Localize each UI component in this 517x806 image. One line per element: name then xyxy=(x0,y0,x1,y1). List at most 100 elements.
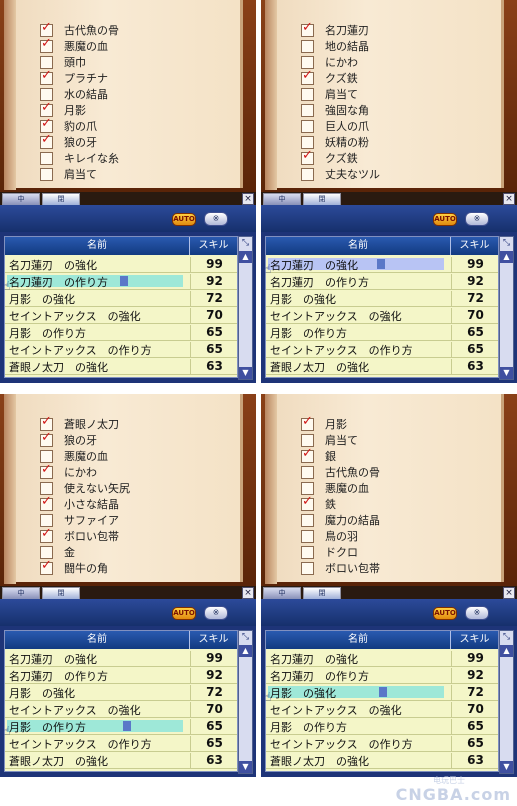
close-button[interactable]: × xyxy=(242,587,254,599)
checkbox[interactable]: ✓ xyxy=(301,446,314,463)
table-row[interactable]: セイントアックス の作り方 65 xyxy=(5,341,237,358)
material-checklist-item[interactable]: ✓ 銀 xyxy=(301,446,336,464)
checkbox[interactable] xyxy=(301,103,314,117)
table-row[interactable]: セイントアックス の強化 70 xyxy=(266,307,498,324)
checkbox[interactable]: ✓ xyxy=(40,100,53,117)
checkbox[interactable] xyxy=(40,449,53,463)
scroll-up-arrow-icon[interactable]: ▲ xyxy=(500,251,513,263)
column-header-skill[interactable]: スキル xyxy=(451,631,498,649)
material-checklist-item[interactable]: ドクロ xyxy=(301,544,358,560)
scroll-up-arrow-icon[interactable]: ▲ xyxy=(239,251,252,263)
checkbox[interactable]: ✓ xyxy=(301,148,314,165)
table-row[interactable]: 蒼眼ノ太刀 の強化 63 xyxy=(266,752,498,769)
checkbox[interactable]: ✓ xyxy=(301,414,314,431)
checkbox[interactable] xyxy=(301,135,314,149)
scrollbar[interactable]: ⤡ ▲ ▼ xyxy=(499,630,514,774)
material-checklist-item[interactable]: 使えない矢尻 xyxy=(40,480,130,496)
checkbox[interactable] xyxy=(301,513,314,527)
material-checklist-item[interactable]: 丈夫なツル xyxy=(301,166,380,182)
close-button[interactable]: × xyxy=(242,193,254,205)
table-row[interactable]: 名刀蓮刃 の強化 99 xyxy=(5,256,237,273)
checkbox[interactable] xyxy=(301,465,314,479)
table-row[interactable]: ☝ 名刀蓮刃 の強化 99 xyxy=(264,256,498,276)
checkbox[interactable]: ✓ xyxy=(301,68,314,85)
column-header-skill[interactable]: スキル xyxy=(190,631,237,649)
close-button[interactable]: × xyxy=(503,587,515,599)
option-button[interactable]: ※ xyxy=(204,212,228,226)
table-row[interactable]: ☝ 月影 の作り方 65 xyxy=(3,718,237,738)
table-row[interactable]: 月影 の強化 72 xyxy=(266,290,498,307)
checkbox[interactable] xyxy=(301,39,314,53)
scrollbar[interactable]: ⤡ ▲ ▼ xyxy=(499,236,514,380)
table-row[interactable]: セイントアックス の強化 70 xyxy=(5,701,237,718)
table-row[interactable]: ☝ 名刀蓮刃 の作り方 92 xyxy=(3,273,237,293)
table-row[interactable]: 蒼眼ノ太刀 の強化 63 xyxy=(5,358,237,375)
auto-button[interactable]: AUTO xyxy=(172,607,196,620)
material-checklist-item[interactable]: ✓ クズ鉄 xyxy=(301,148,358,166)
checkbox[interactable] xyxy=(301,433,314,447)
table-row[interactable]: 蒼眼ノ太刀 の強化 63 xyxy=(266,358,498,375)
checkbox[interactable] xyxy=(301,481,314,495)
scrollbar[interactable]: ⤡ ▲ ▼ xyxy=(238,630,253,774)
material-checklist-item[interactable]: ✓ 悪魔の血 xyxy=(40,36,108,54)
scrollbar[interactable]: ⤡ ▲ ▼ xyxy=(238,236,253,380)
checkbox[interactable] xyxy=(301,167,314,181)
table-row[interactable]: 名刀蓮刃 の作り方 92 xyxy=(5,667,237,684)
material-checklist-item[interactable]: 地の結晶 xyxy=(301,38,369,54)
checkbox[interactable]: ✓ xyxy=(40,414,53,431)
table-row[interactable]: 月影 の作り方 65 xyxy=(266,324,498,341)
checkbox[interactable]: ✓ xyxy=(40,20,53,37)
checkbox[interactable] xyxy=(40,513,53,527)
scroll-up-arrow-icon[interactable]: ▲ xyxy=(239,645,252,657)
auto-button[interactable]: AUTO xyxy=(172,213,196,226)
checkbox[interactable]: ✓ xyxy=(40,116,53,133)
checkbox[interactable] xyxy=(301,545,314,559)
checkbox[interactable]: ✓ xyxy=(40,36,53,53)
auto-button[interactable]: AUTO xyxy=(433,607,457,620)
table-row[interactable]: 名刀蓮刃 の強化 99 xyxy=(266,650,498,667)
material-checklist-item[interactable]: ✓ にかわ xyxy=(40,462,97,480)
checkbox[interactable] xyxy=(301,55,314,69)
scroll-down-arrow-icon[interactable]: ▼ xyxy=(239,761,252,773)
scroll-up-arrow-icon[interactable]: ▲ xyxy=(500,645,513,657)
checkbox[interactable]: ✓ xyxy=(301,20,314,37)
material-checklist-item[interactable]: 強固な角 xyxy=(301,102,369,118)
material-checklist-item[interactable]: ✓ 狼の牙 xyxy=(40,430,97,448)
checkbox[interactable] xyxy=(40,87,53,101)
close-button[interactable]: × xyxy=(503,193,515,205)
scroll-down-arrow-icon[interactable]: ▼ xyxy=(239,367,252,379)
table-row[interactable]: 月影 の作り方 65 xyxy=(5,324,237,341)
option-button[interactable]: ※ xyxy=(465,606,489,620)
material-checklist-item[interactable]: ボロい包帯 xyxy=(301,560,380,576)
column-header-name[interactable]: 名前 xyxy=(5,237,190,255)
column-header-skill[interactable]: スキル xyxy=(190,237,237,255)
checkbox[interactable]: ✓ xyxy=(40,526,53,543)
material-checklist-item[interactable]: ✓ 闘牛の角 xyxy=(40,558,108,576)
checkbox[interactable] xyxy=(301,529,314,543)
material-checklist-item[interactable]: 古代魚の骨 xyxy=(301,464,380,480)
material-checklist-item[interactable]: ✓ 月影 xyxy=(301,414,347,432)
option-button[interactable]: ※ xyxy=(465,212,489,226)
table-row[interactable]: 月影 の強化 72 xyxy=(5,684,237,701)
auto-button[interactable]: AUTO xyxy=(433,213,457,226)
material-checklist-item[interactable]: 巨人の爪 xyxy=(301,118,369,134)
table-row[interactable]: 名刀蓮刃 の強化 99 xyxy=(5,650,237,667)
resize-grip-icon[interactable]: ⤡ xyxy=(500,631,513,643)
resize-grip-icon[interactable]: ⤡ xyxy=(239,237,252,249)
checkbox[interactable] xyxy=(40,481,53,495)
material-checklist-item[interactable]: ✓ 鉄 xyxy=(301,494,336,512)
table-row[interactable]: 蒼眼ノ太刀 の強化 63 xyxy=(5,752,237,769)
checkbox[interactable]: ✓ xyxy=(40,494,53,511)
checkbox[interactable] xyxy=(40,151,53,165)
checkbox[interactable]: ✓ xyxy=(40,558,53,575)
material-checklist-item[interactable]: ✓ クズ鉄 xyxy=(301,68,358,86)
material-checklist-item[interactable]: 鳥の羽 xyxy=(301,528,358,544)
material-checklist-item[interactable]: ✓ 狼の牙 xyxy=(40,132,97,150)
table-row[interactable]: セイントアックス の作り方 65 xyxy=(266,735,498,752)
checkbox[interactable] xyxy=(301,119,314,133)
table-row[interactable]: 名刀蓮刃 の作り方 92 xyxy=(266,273,498,290)
material-checklist-item[interactable]: キレイな糸 xyxy=(40,150,119,166)
checkbox[interactable] xyxy=(40,167,53,181)
checkbox[interactable] xyxy=(301,561,314,575)
table-row[interactable]: セイントアックス の強化 70 xyxy=(5,307,237,324)
